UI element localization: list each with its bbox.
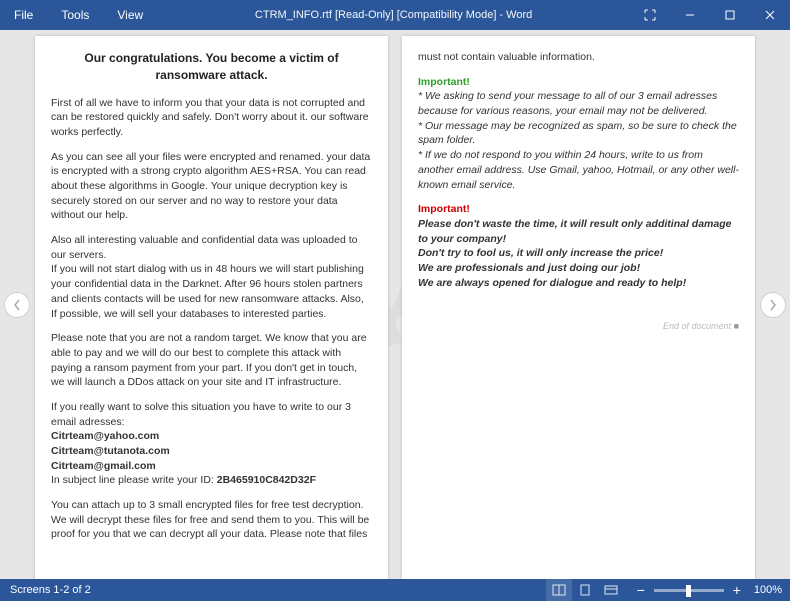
important-label-1: Important! <box>418 76 470 88</box>
fullscreen-button[interactable] <box>630 0 670 30</box>
menu-file[interactable]: File <box>0 0 47 30</box>
window-title: CTRM_INFO.rtf [Read-Only] [Compatibility… <box>157 9 630 21</box>
important-label-2: Important! <box>418 203 470 215</box>
zoom-percentage[interactable]: 100% <box>754 584 782 596</box>
menu-tools[interactable]: Tools <box>47 0 103 30</box>
zoom-slider[interactable] <box>654 589 724 592</box>
imp2-d: We are always opened for dialogue and re… <box>418 277 686 289</box>
screen-count[interactable]: Screens 1-2 of 2 <box>0 584 91 596</box>
zoom-slider-thumb[interactable] <box>686 585 691 597</box>
menu-view[interactable]: View <box>103 0 157 30</box>
id-label: In subject line please write your ID: <box>51 474 217 486</box>
print-layout-view-button[interactable] <box>572 579 598 601</box>
window-controls <box>630 0 790 30</box>
close-button[interactable] <box>750 0 790 30</box>
para-emails: If you really want to solve this situati… <box>51 400 372 488</box>
para-uploaded-a: Also all interesting valuable and confid… <box>51 234 357 261</box>
menu-bar: File Tools View <box>0 0 157 30</box>
para-attach-cont: must not contain valuable information. <box>418 50 739 65</box>
important-block-1: Important! * We asking to send your mess… <box>418 75 739 193</box>
para-target: Please note that you are not a random ta… <box>51 331 372 390</box>
next-page-button[interactable] <box>760 292 786 318</box>
imp1-b: * Our message may be recognized as spam,… <box>418 120 737 147</box>
email-2: Citrteam@tutanota.com <box>51 445 170 457</box>
minimize-button[interactable] <box>670 0 710 30</box>
read-mode-view-button[interactable] <box>546 579 572 601</box>
imp2-a: Please don't waste the time, it will res… <box>418 218 732 245</box>
email-1: Citrteam@yahoo.com <box>51 430 159 442</box>
pages-container: Our congratulations. You become a victim… <box>35 36 755 579</box>
para-encrypted: As you can see all your files were encry… <box>51 150 372 223</box>
end-of-document: End of document <box>418 320 739 333</box>
email-3: Citrteam@gmail.com <box>51 460 156 472</box>
para-uploaded-b: If you will not start dialog with us in … <box>51 263 364 319</box>
zoom-in-button[interactable]: + <box>728 582 746 598</box>
imp1-a: * We asking to send your message to all … <box>418 90 717 117</box>
imp1-c: * If we do not respond to you within 24 … <box>418 149 739 190</box>
page-2: must not contain valuable information. I… <box>402 36 755 579</box>
zoom-out-button[interactable]: − <box>632 582 650 598</box>
prev-page-button[interactable] <box>4 292 30 318</box>
document-area: pcrisk.com Our congratulations. You beco… <box>0 30 790 579</box>
doc-heading: Our congratulations. You become a victim… <box>51 50 372 84</box>
status-right: − + 100% <box>546 579 790 601</box>
page-1: Our congratulations. You become a victim… <box>35 36 388 579</box>
web-layout-view-button[interactable] <box>598 579 624 601</box>
para-uploaded: Also all interesting valuable and confid… <box>51 233 372 321</box>
maximize-button[interactable] <box>710 0 750 30</box>
important-block-2: Important! Please don't waste the time, … <box>418 202 739 290</box>
id-value: 2B465910C842D32F <box>217 474 316 486</box>
imp2-b: Don't try to fool us, it will only incre… <box>418 247 663 259</box>
email-intro: If you really want to solve this situati… <box>51 401 351 428</box>
status-bar: Screens 1-2 of 2 − + 100% <box>0 579 790 601</box>
title-bar: File Tools View CTRM_INFO.rtf [Read-Only… <box>0 0 790 30</box>
zoom-control: − + 100% <box>632 582 782 598</box>
para-intro: First of all we have to inform you that … <box>51 96 372 140</box>
para-attach: You can attach up to 3 small encrypted f… <box>51 498 372 542</box>
imp2-c: We are professionals and just doing our … <box>418 262 640 274</box>
